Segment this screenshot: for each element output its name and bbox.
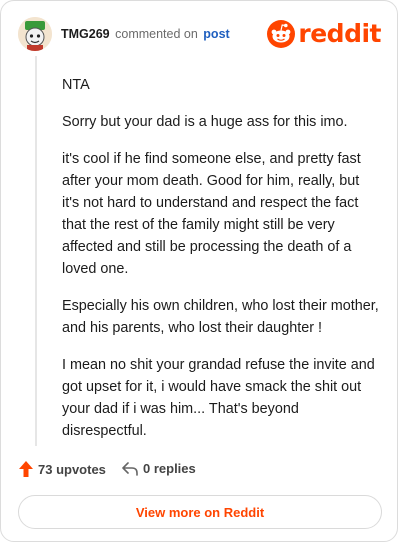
thread-line	[35, 56, 37, 446]
upvote-count: 73 upvotes	[38, 461, 106, 477]
post-link[interactable]: post	[203, 27, 229, 41]
comment-embed-card: TMG269 commented on post reddit NTA Sorr…	[0, 0, 398, 542]
reply-action[interactable]: 0 replies	[122, 461, 196, 476]
comment-paragraph: it's cool if he find someone else, and p…	[62, 151, 361, 277]
user-avatar[interactable]	[18, 17, 52, 51]
reply-arrow-icon	[122, 461, 138, 476]
reddit-wordmark: reddit	[298, 19, 381, 48]
upvote-action[interactable]: 73 upvotes	[19, 461, 106, 477]
comment-meta: TMG269 commented on post	[61, 27, 230, 41]
comment-paragraph: I mean no shit your grandad refuse the i…	[62, 357, 375, 439]
avatar-image	[18, 17, 52, 51]
comment-paragraph: NTA	[62, 77, 90, 93]
reply-count: 0 replies	[143, 461, 196, 476]
upvote-arrow-icon	[19, 461, 33, 477]
view-more-button[interactable]: View more on Reddit	[18, 495, 382, 529]
username-link[interactable]: TMG269	[61, 27, 110, 41]
comment-paragraph: Especially his own children, who lost th…	[62, 298, 379, 336]
commented-on-text: commented on	[115, 27, 198, 41]
comment-header: TMG269 commented on post reddit	[18, 17, 381, 53]
comment-paragraph: Sorry but your dad is a huge ass for thi…	[62, 114, 348, 130]
reddit-snoo-icon	[267, 20, 296, 48]
comment-body: NTA Sorry but your dad is a huge ass for…	[62, 74, 380, 457]
reddit-logo[interactable]: reddit	[267, 19, 381, 49]
